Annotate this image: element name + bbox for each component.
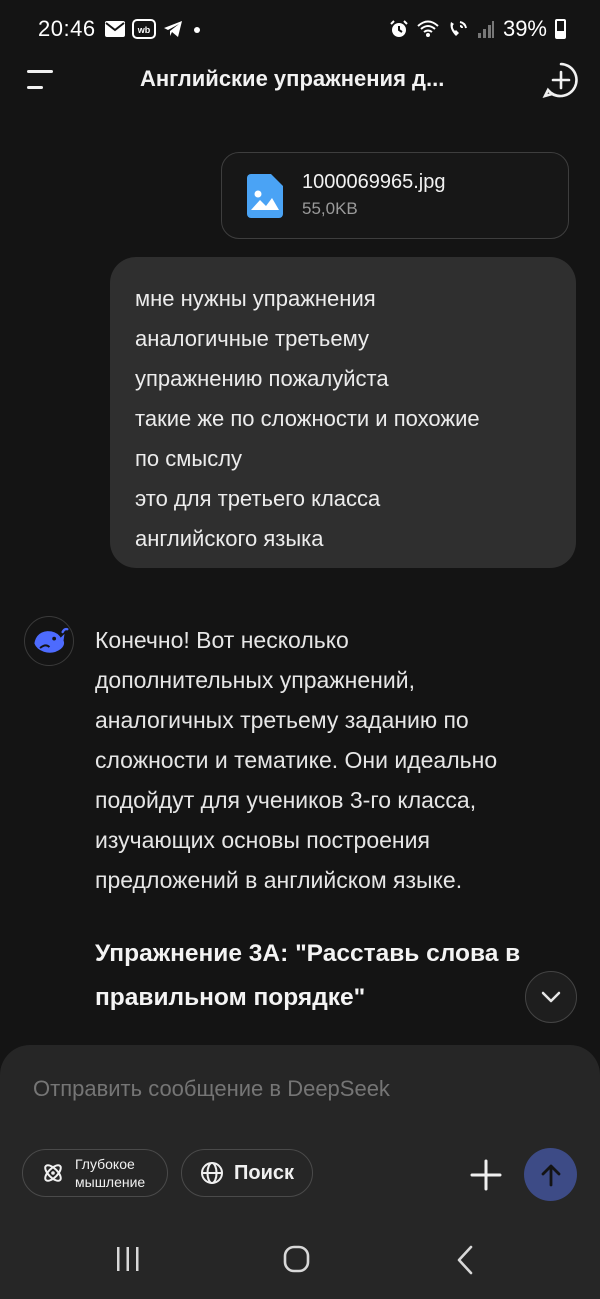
assistant-message-line: аналогичных третьему заданию по [95, 707, 469, 733]
assistant-avatar [24, 616, 74, 666]
user-message-bubble[interactable]: мне нужны упражнения аналогичные третьем… [110, 257, 576, 568]
send-button[interactable] [524, 1148, 577, 1201]
scroll-down-button[interactable] [525, 971, 577, 1023]
assistant-message-line: подойдут для учеников 3-го класса, [95, 787, 477, 813]
signal-icon [477, 21, 494, 38]
home-icon[interactable] [283, 1245, 310, 1273]
chat-title[interactable]: Английские упражнения д... [140, 66, 470, 92]
user-message-line: аналогичные третьему [135, 326, 369, 351]
user-message-line: по смыслу [135, 446, 243, 471]
attachment-file-name: 1000069965.jpg [302, 171, 446, 193]
image-file-icon [247, 174, 283, 218]
deepseek-whale-icon [34, 627, 69, 653]
attachment-file-size: 55,0KB [302, 199, 358, 218]
globe-icon [201, 1162, 223, 1184]
telegram-icon [164, 21, 182, 37]
assistant-message-line: сложности и тематике. Они идеально [95, 747, 498, 773]
alarm-icon [390, 20, 408, 37]
assistant-message-line: дополнительных упражнений, [95, 667, 415, 693]
recent-apps-icon[interactable] [114, 1246, 142, 1272]
assistant-message-line: предложений в английском языке. [95, 867, 463, 893]
wifi-call-icon [450, 21, 467, 36]
dot-icon [194, 27, 200, 33]
battery-percent: 39% [502, 16, 547, 41]
deep-think-label: Глубокое мышление [75, 1155, 145, 1191]
deep-think-button[interactable]: Глубокое мышление [22, 1149, 168, 1197]
battery-icon [555, 19, 566, 39]
assistant-message-line: Конечно! Вот несколько [95, 627, 349, 653]
wb-icon: wb [132, 19, 156, 39]
menu-icon[interactable] [26, 66, 58, 94]
search-label: Поиск [234, 1161, 295, 1184]
assistant-message-text: Конечно! Вот несколько дополнительных уп… [95, 620, 575, 900]
user-message-text: мне нужны упражнения аналогичные третьем… [135, 279, 565, 559]
exercise-heading: Упражнение 3А: "Расставь слова в правиль… [95, 932, 585, 1020]
wifi-icon [417, 20, 439, 37]
search-button[interactable]: Поиск [181, 1149, 313, 1197]
deep-think-label-line: Глубокое [75, 1156, 135, 1172]
status-right: 39% [389, 16, 566, 42]
notification-icons: wb [104, 18, 204, 40]
new-chat-icon[interactable] [542, 61, 580, 99]
user-message-line: упражнению пожалуйста [135, 366, 389, 391]
atom-icon [44, 1164, 62, 1182]
message-input[interactable] [33, 1076, 553, 1102]
deep-think-label-line: мышление [75, 1174, 146, 1190]
status-time: 20:46 [38, 16, 96, 41]
exercise-heading-line: правильном порядке" [95, 984, 366, 1011]
mail-icon [105, 21, 125, 37]
exercise-heading-line: Упражнение 3А: "Расставь слова в [95, 940, 521, 967]
user-message-line: английского языка [135, 526, 324, 551]
user-message-line: такие же по сложности и похожие [135, 406, 480, 431]
chevron-down-icon [541, 991, 561, 1003]
assistant-message-line: изучающих основы построения [95, 827, 430, 853]
user-message-line: мне нужны упражнения [135, 286, 376, 311]
user-message-line: это для третьего класса [135, 486, 381, 511]
svg-text:wb: wb [137, 25, 151, 35]
attach-plus-icon[interactable] [466, 1155, 506, 1195]
attachment-card[interactable]: 1000069965.jpg 55,0KB [221, 152, 569, 239]
arrow-up-icon [541, 1164, 560, 1186]
back-icon[interactable] [455, 1245, 475, 1275]
status-bar: 20:46 wb 39% [0, 0, 600, 58]
